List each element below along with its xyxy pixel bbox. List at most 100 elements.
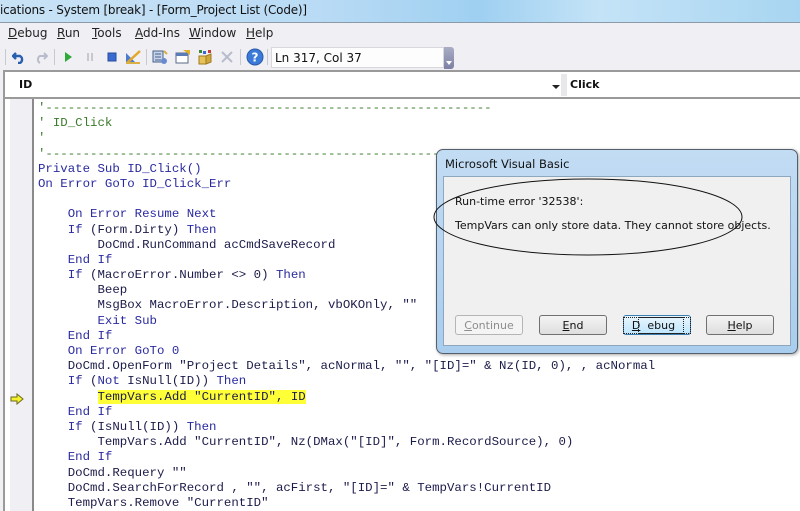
menu-debug-label: ebug	[17, 26, 48, 40]
help-button-label: Help	[727, 319, 752, 332]
menu-run-label: un	[64, 26, 81, 40]
code-keyword: If	[38, 374, 83, 389]
code-line[interactable]: ' ID_Click	[38, 116, 800, 131]
code-keyword: Then	[186, 222, 217, 237]
object-combo[interactable]: ID	[13, 74, 561, 96]
code-keyword: If	[38, 222, 83, 237]
error-message-text: TempVars can only store data. They canno…	[455, 219, 771, 232]
menu-add-ins-accel: A	[135, 26, 143, 40]
code-keyword: Then	[275, 268, 306, 283]
svg-text:?: ?	[252, 51, 259, 65]
help-accel: H	[727, 319, 736, 332]
code-text: (	[82, 374, 98, 389]
cursor-position-readout: Ln 317, Col 37	[271, 47, 444, 68]
code-line[interactable]: End If	[38, 405, 800, 420]
code-text: IsNull(ID))	[119, 374, 217, 389]
code-keyword: Private Sub ID_Click()	[38, 161, 202, 176]
menu-help[interactable]: Help	[246, 26, 273, 40]
design-mode-icon[interactable]	[125, 49, 141, 65]
code-line[interactable]: End If	[38, 450, 800, 465]
code-text: (MacroError.Number <> 0)	[82, 268, 276, 283]
code-keyword: Then	[186, 419, 217, 434]
help-rest: elp	[735, 319, 753, 332]
code-text: DoCmd.RunCommand acCmdSaveRecord	[38, 237, 336, 252]
code-text: MsgBox MacroError.Description, vbOKOnly,…	[38, 298, 418, 313]
menu-tools[interactable]: Tools	[92, 26, 122, 40]
code-line[interactable]: DoCmd.SearchForRecord , "", acFirst, "[I…	[38, 481, 800, 496]
menu-bar: Debug Run Tools Add-Ins Window Help	[0, 22, 800, 44]
menu-debug-accel: D	[8, 26, 18, 40]
undo-icon[interactable]	[11, 49, 27, 65]
code-comment: '	[38, 131, 46, 146]
execution-point-arrow-icon	[10, 390, 24, 409]
window-title: ications - System [break] - [Form_Projec…	[0, 3, 307, 17]
menu-window[interactable]: Window	[189, 26, 236, 40]
toolbar-separator	[146, 49, 147, 65]
code-comment: '---------------------------------------…	[38, 101, 492, 115]
menu-help-label: elp	[255, 26, 274, 40]
menu-add-ins[interactable]: Add-Ins	[135, 26, 180, 40]
help-icon[interactable]: ?	[246, 48, 264, 66]
code-text: (IsNull(ID))	[82, 419, 187, 434]
menu-add-ins-label: dd-Ins	[143, 26, 180, 40]
redo-icon[interactable]	[33, 49, 49, 65]
error-dialog: Microsoft Visual Basic Run-time error '3…	[436, 149, 798, 354]
reset-icon[interactable]	[104, 49, 120, 65]
code-keyword: End If	[38, 450, 113, 465]
toolbar-separator	[267, 49, 268, 65]
dialog-body: Run-time error '32538': TempVars can onl…	[443, 176, 791, 346]
object-browser-icon[interactable]	[197, 49, 213, 65]
dialog-title: Microsoft Visual Basic	[445, 157, 570, 171]
toolbox-icon[interactable]	[219, 49, 235, 65]
code-text: DoCmd.Requery ""	[38, 465, 187, 480]
code-line[interactable]: DoCmd.Requery ""	[38, 466, 800, 481]
code-line[interactable]: If (IsNull(ID)) Then	[38, 420, 800, 435]
title-bar: ications - System [break] - [Form_Projec…	[0, 0, 800, 22]
code-keyword: End If	[38, 252, 113, 267]
project-explorer-icon[interactable]	[152, 49, 168, 65]
error-code-text: Run-time error '32538':	[455, 195, 584, 208]
debug-button[interactable]: Debug	[622, 315, 692, 335]
toolbar-separator	[54, 49, 55, 65]
menu-window-label: indow	[200, 26, 237, 40]
divider	[5, 97, 800, 99]
menu-help-accel: H	[246, 26, 256, 40]
code-text: DoCmd.SearchForRecord , "", acFirst, "[I…	[38, 480, 552, 495]
chevron-down-icon[interactable]	[552, 85, 560, 89]
code-highlighted-statement: TempVars.Add "CurrentID", ID	[97, 389, 306, 404]
code-keyword: If	[38, 419, 83, 434]
continue-button[interactable]: Continue	[455, 315, 523, 335]
run-icon[interactable]	[60, 49, 76, 65]
debug-rest: ebug	[638, 317, 685, 334]
procedure-combo-value: Click	[570, 78, 600, 91]
code-text: TempVars.Remove "CurrentID"	[38, 495, 269, 510]
code-keyword: On Error GoTo 0	[38, 344, 180, 358]
code-keyword: Exit Sub	[38, 313, 157, 328]
help-button[interactable]: Help	[706, 315, 774, 335]
procedure-combo[interactable]: Click	[567, 74, 800, 96]
code-keyword: On Error GoTo ID_Click_Err	[38, 176, 232, 191]
end-button[interactable]: End	[539, 315, 607, 335]
code-keyword: Not	[97, 374, 120, 389]
properties-window-icon[interactable]	[175, 49, 191, 65]
code-line[interactable]: TempVars.Add "CurrentID", Nz(DMax("[ID]"…	[38, 435, 800, 450]
menu-tools-label: ools	[97, 26, 122, 40]
margin-indicator-bar[interactable]	[10, 99, 34, 511]
break-icon[interactable]	[82, 49, 98, 65]
code-line[interactable]: '	[38, 131, 800, 146]
code-line[interactable]: DoCmd.OpenForm "Project Details", acNorm…	[38, 359, 800, 374]
code-line[interactable]: '---------------------------------------…	[38, 101, 800, 116]
continue-accel: C	[464, 319, 472, 332]
code-text: TempVars.Add "CurrentID", Nz(DMax("[ID]"…	[38, 435, 574, 450]
code-keyword: End If	[38, 404, 113, 419]
toolbar-options-dropdown[interactable]	[444, 47, 454, 69]
code-keyword: Then	[216, 374, 247, 389]
menu-debug[interactable]: Debug	[8, 26, 47, 40]
code-comment: ' ID_Click	[38, 116, 113, 131]
code-text: Beep	[38, 283, 128, 298]
code-line-current[interactable]: TempVars.Add "CurrentID", ID	[38, 389, 800, 405]
toolbar-separator	[5, 49, 6, 65]
menu-run[interactable]: Run	[57, 26, 80, 40]
code-line[interactable]: If (Not IsNull(ID)) Then	[38, 374, 800, 389]
